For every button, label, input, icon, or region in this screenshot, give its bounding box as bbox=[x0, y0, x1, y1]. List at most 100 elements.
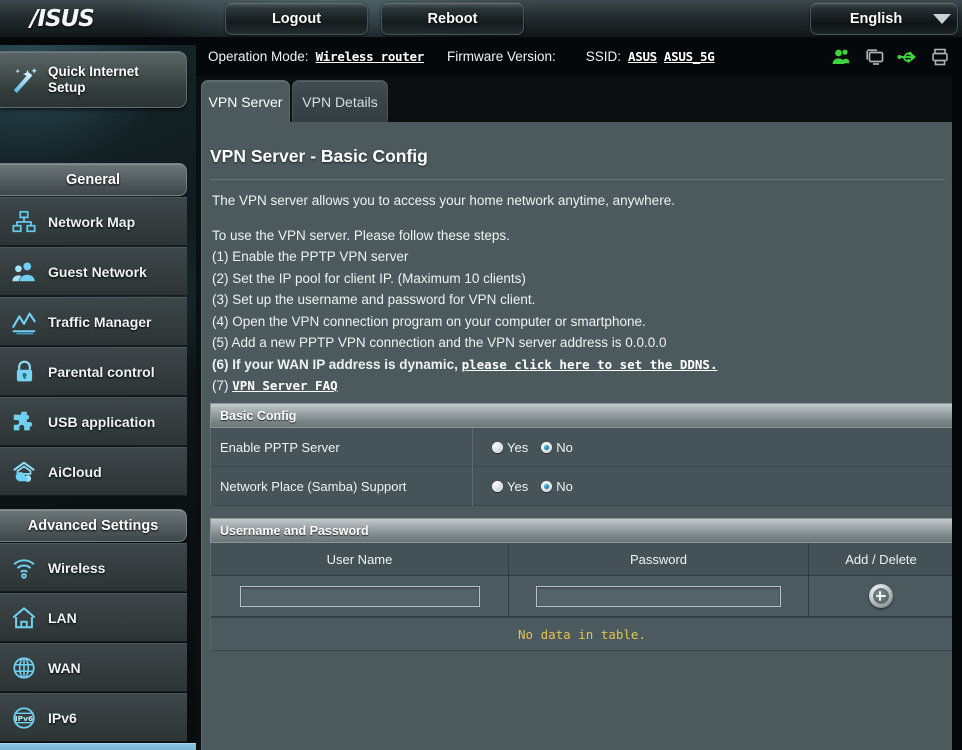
sidebar-item-label: Traffic Manager bbox=[48, 313, 152, 330]
globe-icon bbox=[0, 655, 48, 681]
plus-circle-icon[interactable] bbox=[869, 584, 893, 608]
sidebar-section-advanced-settings: Advanced Settings bbox=[0, 509, 187, 542]
credentials-section-title: Username and Password bbox=[210, 518, 952, 543]
credentials-section: Username and Password User Name Password… bbox=[210, 518, 952, 651]
step-2: (2) Set the IP pool for client IP. (Maxi… bbox=[212, 270, 526, 286]
sidebar-item-vpn-server[interactable]: VPN Server bbox=[0, 743, 196, 750]
ssid-24g-value[interactable]: ASUS bbox=[628, 49, 657, 64]
sidebar-item-quick-internet-setup[interactable]: Quick Internet Setup bbox=[0, 51, 187, 108]
ssid-5g-value[interactable]: ASUS_5G bbox=[664, 49, 715, 64]
svg-text:IPv6: IPv6 bbox=[15, 713, 33, 722]
sidebar-item-parental-control[interactable]: Parental control bbox=[0, 347, 187, 396]
radio-dot bbox=[541, 441, 553, 453]
quick-internet-setup-label: Quick Internet Setup bbox=[48, 63, 139, 95]
ddns-setup-link[interactable]: please click here to set the DDNS. bbox=[462, 357, 718, 372]
house-icon bbox=[0, 605, 48, 631]
logout-button[interactable]: Logout bbox=[225, 2, 368, 35]
sidebar-item-label: WAN bbox=[48, 659, 81, 676]
chevron-down-icon bbox=[927, 13, 957, 24]
firmware-version-label: Firmware Version: bbox=[446, 49, 556, 64]
title-divider bbox=[210, 179, 945, 180]
status-icon-group bbox=[831, 37, 950, 76]
radio-enable-pptp-no[interactable]: No bbox=[541, 440, 573, 455]
cell-username-input bbox=[211, 575, 509, 617]
network-map-icon bbox=[0, 209, 48, 235]
column-header-username: User Name bbox=[211, 543, 509, 576]
config-row-samba-support: Network Place (Samba) Support Yes No bbox=[210, 466, 952, 506]
top-header-bar: /ISUS Logout Reboot English bbox=[0, 0, 962, 37]
password-input[interactable] bbox=[536, 585, 781, 607]
clients-users-icon[interactable] bbox=[831, 47, 851, 67]
sidebar-item-label: USB application bbox=[48, 413, 156, 430]
main-content-panel: VPN Server - Basic Config The VPN server… bbox=[201, 122, 952, 750]
sidebar-item-label: AiCloud bbox=[48, 463, 102, 480]
username-input[interactable] bbox=[239, 585, 480, 607]
radio-label: No bbox=[556, 439, 573, 455]
guest-network-icon bbox=[0, 259, 48, 285]
credentials-table: User Name Password Add / Delete bbox=[210, 543, 952, 618]
radio-enable-pptp-yes[interactable]: Yes bbox=[492, 440, 528, 455]
ssid-label: SSID: bbox=[585, 49, 621, 64]
operation-mode-value[interactable]: Wireless router bbox=[316, 49, 425, 64]
step-7: (7) VPN Server FAQ bbox=[212, 375, 942, 397]
intro-line-2: To use the VPN server. Please follow the… bbox=[212, 227, 510, 243]
cloud-icon bbox=[0, 459, 48, 485]
sidebar-item-lan[interactable]: LAN bbox=[0, 593, 187, 642]
radio-samba-no[interactable]: No bbox=[541, 479, 573, 494]
sidebar-item-guest-network[interactable]: Guest Network bbox=[0, 247, 187, 296]
language-label: English bbox=[849, 10, 903, 27]
step-6-text: (6) If your WAN IP address is dynamic, bbox=[212, 356, 458, 372]
instructions-block: The VPN server allows you to access your… bbox=[212, 190, 942, 397]
magic-wand-icon bbox=[0, 64, 48, 95]
sidebar-item-wan[interactable]: WAN bbox=[0, 643, 187, 692]
step-6: (6) If your WAN IP address is dynamic, p… bbox=[212, 354, 942, 376]
radio-dot bbox=[492, 480, 503, 492]
radio-dot bbox=[492, 441, 503, 453]
sidebar-item-aicloud[interactable]: AiCloud bbox=[0, 447, 187, 496]
puzzle-piece-icon bbox=[0, 409, 48, 435]
wifi-icon bbox=[0, 555, 48, 581]
ipv6-globe-icon: IPv6 bbox=[0, 705, 48, 731]
step-4: (4) Open the VPN connection program on y… bbox=[212, 313, 646, 329]
radio-label: Yes bbox=[507, 439, 529, 455]
step-7-number: (7) bbox=[212, 378, 229, 393]
config-row-label: Network Place (Samba) Support bbox=[211, 466, 473, 506]
reboot-button[interactable]: Reboot bbox=[381, 2, 524, 35]
sidebar-item-network-map[interactable]: Network Map bbox=[0, 197, 187, 246]
sidebar-item-label: IPv6 bbox=[48, 709, 77, 726]
step-5: (5) Add a new PPTP VPN connection and th… bbox=[212, 335, 667, 350]
sidebar-section-general: General bbox=[0, 163, 187, 196]
sidebar-item-traffic-manager[interactable]: Traffic Manager bbox=[0, 297, 187, 346]
usb-icon[interactable] bbox=[897, 47, 917, 67]
radio-dot bbox=[541, 480, 553, 492]
config-row-controls: Yes No bbox=[473, 479, 952, 494]
table-row bbox=[211, 575, 952, 617]
basic-config-section: Basic Config Enable PPTP Server Yes No N… bbox=[210, 403, 952, 506]
sidebar-item-label: LAN bbox=[48, 609, 77, 626]
step-1: (1) Enable the PPTP VPN server bbox=[212, 249, 409, 264]
tab-vpn-details[interactable]: VPN Details bbox=[292, 80, 388, 123]
radio-label: No bbox=[556, 478, 573, 494]
router-admin-screen: /ISUS Logout Reboot English Operation Mo… bbox=[0, 0, 962, 750]
empty-table-message: No data in table. bbox=[210, 618, 952, 651]
sidebar-item-label: Parental control bbox=[48, 363, 155, 380]
asus-logo: /ISUS bbox=[30, 6, 95, 32]
radio-samba-yes[interactable]: Yes bbox=[492, 479, 528, 494]
table-header-row: User Name Password Add / Delete bbox=[211, 543, 952, 576]
steps-list: To use the VPN server. Please follow the… bbox=[212, 225, 942, 397]
cell-add-button bbox=[809, 576, 952, 617]
vpn-server-faq-link[interactable]: VPN Server FAQ bbox=[232, 378, 337, 393]
sidebar-item-ipv6[interactable]: IPv6 IPv6 bbox=[0, 693, 187, 742]
intro-line-1: The VPN server allows you to access your… bbox=[212, 193, 675, 208]
status-info: Operation Mode: Wireless router Firmware… bbox=[208, 37, 715, 76]
sidebar-item-usb-application[interactable]: USB application bbox=[0, 397, 187, 446]
sidebar-item-wireless[interactable]: Wireless bbox=[0, 543, 187, 592]
printer-icon[interactable] bbox=[930, 47, 950, 67]
sidebar-item-label: Guest Network bbox=[48, 263, 147, 280]
operation-mode-label: Operation Mode: bbox=[208, 49, 309, 64]
devices-monitor-icon[interactable] bbox=[864, 47, 884, 67]
sidebar-item-label: Wireless bbox=[48, 559, 106, 576]
language-selector[interactable]: English bbox=[810, 2, 958, 35]
config-row-label: Enable PPTP Server bbox=[211, 427, 473, 467]
tab-vpn-server[interactable]: VPN Server bbox=[201, 80, 290, 123]
